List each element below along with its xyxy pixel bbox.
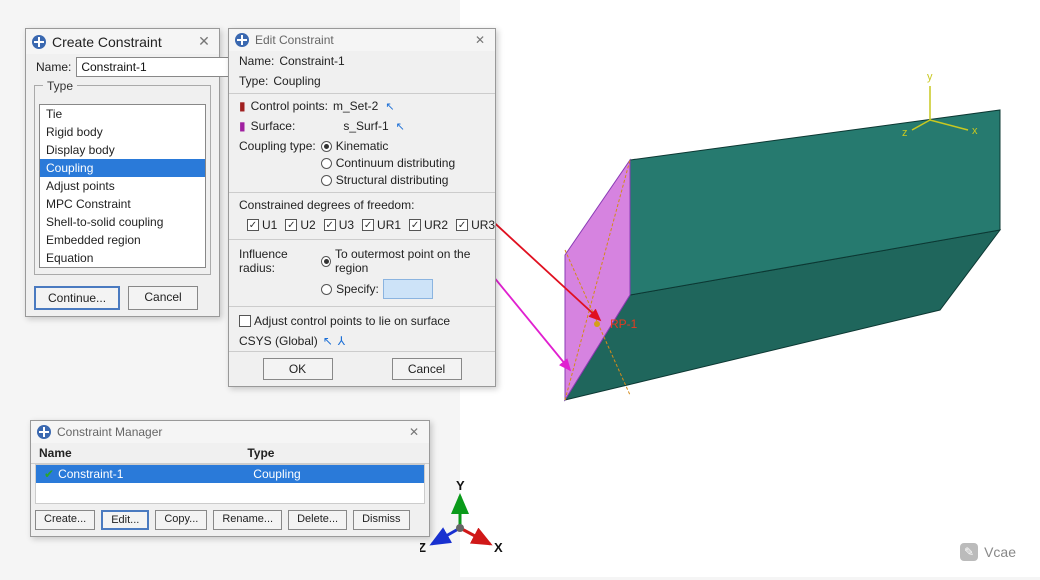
- table-row[interactable]: ✔Constraint-1Coupling: [36, 465, 424, 483]
- edit-title: Edit Constraint: [255, 33, 471, 47]
- pick-icon[interactable]: ↖: [394, 120, 407, 133]
- svg-text:Y: Y: [456, 480, 465, 493]
- name-label: Name:: [36, 60, 71, 74]
- control-points-label: Control points:: [251, 99, 328, 113]
- create-titlebar: Create Constraint ✕: [26, 29, 219, 54]
- manager-table-header: Name Type: [31, 443, 429, 464]
- name-input[interactable]: [76, 57, 241, 77]
- name-label: Name:: [239, 54, 274, 68]
- app-icon: [235, 33, 249, 47]
- svg-text:x: x: [972, 125, 978, 137]
- pick-icon[interactable]: ↖: [383, 100, 396, 113]
- edit-constraint-dialog: Edit Constraint ✕ Name: Constraint-1 Type…: [228, 28, 496, 387]
- control-points-icon: ▮: [239, 99, 246, 113]
- dof-checkbox[interactable]: ✓UR2: [409, 218, 448, 232]
- dof-label: Constrained degrees of freedom:: [239, 198, 414, 212]
- surface-value: s_Surf-1: [343, 119, 388, 133]
- type-option[interactable]: Adjust points: [40, 177, 205, 195]
- influence-outermost-radio[interactable]: To outermost point on the region: [321, 247, 485, 275]
- cancel-button[interactable]: Cancel: [128, 286, 198, 310]
- type-option[interactable]: Embedded region: [40, 231, 205, 249]
- type-option[interactable]: Display body: [40, 141, 205, 159]
- view-triad: Y X Z: [420, 480, 510, 560]
- coupling-type-radio[interactable]: Kinematic: [321, 139, 455, 153]
- type-group-label: Type: [43, 79, 77, 93]
- manager-titlebar: Constraint Manager ✕: [31, 421, 429, 443]
- dof-checkbox[interactable]: ✓U3: [324, 218, 354, 232]
- rp-label: RP-1: [610, 317, 638, 331]
- svg-text:Z: Z: [420, 540, 426, 555]
- type-value: Coupling: [273, 74, 320, 88]
- dof-checkbox[interactable]: ✓U1: [247, 218, 277, 232]
- type-option[interactable]: Equation: [40, 249, 205, 267]
- close-icon[interactable]: ✕: [195, 33, 213, 50]
- dismiss-button[interactable]: Dismiss: [353, 510, 410, 530]
- viewport[interactable]: RP-1 x y z: [460, 0, 1040, 577]
- dof-checkbox[interactable]: ✓UR3: [456, 218, 495, 232]
- create-constraint-dialog: Create Constraint ✕ Name: Type TieRigid …: [25, 28, 220, 317]
- rename-button[interactable]: Rename...: [213, 510, 282, 530]
- ok-button[interactable]: OK: [263, 358, 333, 380]
- coupling-type-radio[interactable]: Structural distributing: [321, 173, 455, 187]
- create-button[interactable]: Create...: [35, 510, 95, 530]
- close-icon[interactable]: ✕: [405, 425, 423, 439]
- surface-label: Surface:: [251, 119, 296, 133]
- continue-button[interactable]: Continue...: [34, 286, 120, 310]
- dof-checkbox[interactable]: ✓U2: [285, 218, 315, 232]
- type-option[interactable]: Shell-to-solid coupling: [40, 213, 205, 231]
- influence-specify-radio[interactable]: Specify:: [321, 279, 485, 299]
- constraint-type-list[interactable]: TieRigid bodyDisplay bodyCouplingAdjust …: [39, 104, 206, 268]
- copy-button[interactable]: Copy...: [155, 510, 207, 530]
- model-beam: RP-1 x y z: [460, 0, 1040, 577]
- constraint-manager-dialog: Constraint Manager ✕ Name Type ✔Constrai…: [30, 420, 430, 537]
- edit-titlebar: Edit Constraint ✕: [229, 29, 495, 51]
- type-option[interactable]: Rigid body: [40, 123, 205, 141]
- type-option[interactable]: Tie: [40, 105, 205, 123]
- manager-title: Constraint Manager: [57, 425, 405, 439]
- csys-icon[interactable]: ⅄: [338, 334, 345, 348]
- create-title: Create Constraint: [52, 34, 195, 50]
- svg-text:z: z: [902, 127, 908, 139]
- name-value: Constraint-1: [279, 54, 344, 68]
- specify-input[interactable]: [383, 279, 433, 299]
- check-icon: ✔: [44, 467, 54, 481]
- coupling-type-radio[interactable]: Continuum distributing: [321, 156, 455, 170]
- type-label: Type:: [239, 74, 268, 88]
- delete-button[interactable]: Delete...: [288, 510, 347, 530]
- close-icon[interactable]: ✕: [471, 33, 489, 47]
- app-icon: [32, 35, 46, 49]
- chat-icon: ✎: [960, 543, 978, 561]
- cancel-button[interactable]: Cancel: [392, 358, 462, 380]
- control-points-value: m_Set-2: [333, 99, 378, 113]
- coupling-type-label: Coupling type:: [239, 139, 316, 153]
- influence-label: Influence radius:: [239, 247, 316, 275]
- dof-checkbox[interactable]: ✓UR1: [362, 218, 401, 232]
- adjust-checkbox[interactable]: Adjust control points to lie on surface: [239, 314, 450, 328]
- pick-icon[interactable]: ↖: [323, 334, 333, 348]
- watermark: ✎ Vcae: [960, 543, 1016, 561]
- csys-label: CSYS (Global): [239, 334, 318, 348]
- svg-text:X: X: [494, 540, 503, 555]
- manager-table-body[interactable]: ✔Constraint-1Coupling: [35, 464, 425, 504]
- type-option[interactable]: Coupling: [40, 159, 205, 177]
- edit-button[interactable]: Edit...: [101, 510, 149, 530]
- svg-text:y: y: [927, 71, 933, 83]
- surface-icon: ▮: [239, 119, 246, 133]
- app-icon: [37, 425, 51, 439]
- type-option[interactable]: MPC Constraint: [40, 195, 205, 213]
